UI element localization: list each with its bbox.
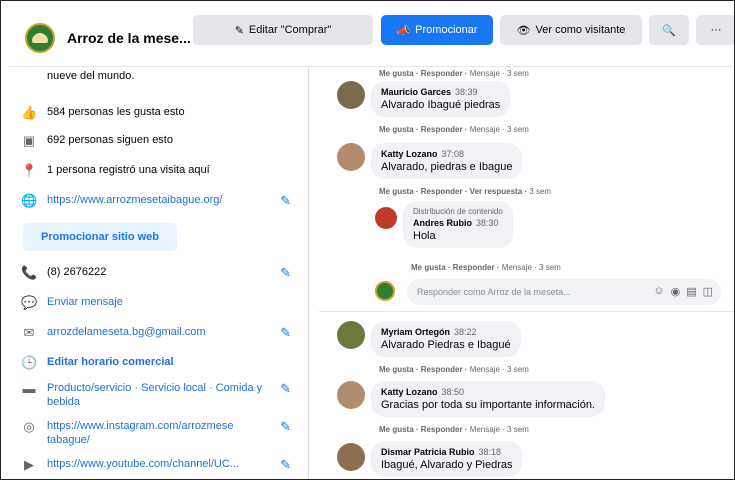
commenter-avatar[interactable] xyxy=(337,321,365,349)
reply-actions[interactable]: Me gusta · Responder · Mensaje · 3 sem xyxy=(411,263,561,272)
comment-actions[interactable]: Me gusta · Responder · Ver respuesta · 3… xyxy=(379,187,551,196)
comment-text: Gracias por toda su importante informaci… xyxy=(381,399,595,411)
view-as-visitor-button[interactable]: 👁 Ver como visitante xyxy=(500,15,642,45)
edit-hours-link[interactable]: Editar horario comercial xyxy=(47,355,301,369)
more-options-button[interactable]: ··· xyxy=(696,15,734,45)
comment-text: Alvarado Ibagué piedras xyxy=(381,99,501,111)
page-name[interactable]: Arroz de la mese... xyxy=(67,30,197,46)
location-pin-icon: 📍 xyxy=(21,163,38,178)
thumbs-up-icon: 👍 xyxy=(21,105,38,120)
commenter-avatar[interactable] xyxy=(337,81,365,109)
comment-actions[interactable]: Me gusta · Responder · Mensaje · 3 sem xyxy=(379,365,529,374)
commenter-avatar[interactable] xyxy=(337,443,365,471)
comment-text: Alvarado Piedras e Ibagué xyxy=(381,339,511,351)
comment-bubble: Katty Lozano 37:08 Alvarado, piedras e Ib… xyxy=(371,143,523,179)
website-link[interactable]: https://www.arrozmesetaibague.org/ xyxy=(47,193,301,207)
comment-bubble: Dismar Patricia Rubio 38:18 Ibagué, Alvar… xyxy=(371,441,523,477)
comment-author[interactable]: Myriam Ortegón xyxy=(381,327,450,337)
comment-text: Alvarado, piedras e Ibague xyxy=(381,161,513,173)
edit-category-icon[interactable]: ✎ xyxy=(280,381,291,397)
checkins-row: 📍 1 persona registró una visita aquí xyxy=(21,163,301,179)
comment-bubble: Mauricio Garces 38:39 Alvarado Ibagué pie… xyxy=(371,81,511,117)
youtube-link[interactable]: https://www.youtube.com/channel/UC... xyxy=(47,457,301,471)
megaphone-icon: 📣 xyxy=(396,24,411,37)
promote-button[interactable]: 📣 Promocionar xyxy=(381,15,493,45)
edit-buy-button[interactable]: ✎ Editar "Comprar" xyxy=(193,15,373,45)
category-row: ▬ Producto/servicio · Servicio local · C… xyxy=(21,381,301,409)
edit-buy-label: Editar "Comprar" xyxy=(248,24,332,36)
message-row: 💬 Enviar mensaje xyxy=(21,295,301,311)
reply-input[interactable]: Responder como Arroz de la meseta... ☺ ◉… xyxy=(407,279,721,305)
edit-phone-icon[interactable]: ✎ xyxy=(280,265,291,281)
likes-count: 584 personas les gusta esto xyxy=(47,106,185,118)
youtube-row: ▶ https://www.youtube.com/channel/UC... … xyxy=(21,457,301,473)
page-info-panel: nueve del mundo. 👍 584 personas les gust… xyxy=(9,67,309,479)
followers-icon: ▣ xyxy=(22,133,36,148)
comment-author[interactable]: Katty Lozano xyxy=(381,149,438,159)
eye-icon: 👁 xyxy=(516,24,531,37)
youtube-icon: ▶ xyxy=(24,457,34,472)
checkins-count: 1 persona registró una visita aquí xyxy=(47,164,210,176)
page-reply-avatar xyxy=(375,281,395,301)
intro-text-row: nueve del mundo. xyxy=(21,69,301,85)
edit-instagram-icon[interactable]: ✎ xyxy=(280,419,291,435)
phone-number: (8) 2676222 xyxy=(47,266,107,278)
instagram-row: ◎ https://www.instagram.com/arrozmese ta… xyxy=(21,419,301,447)
search-icon: 🔍 xyxy=(662,24,676,37)
likes-row: 👍 584 personas les gusta esto xyxy=(21,105,301,121)
website-row: 🌐 https://www.arrozmesetaibague.org/ ✎ xyxy=(21,193,301,209)
promote-label: Promocionar xyxy=(415,24,478,36)
emoji-icon[interactable]: ☺ xyxy=(653,285,664,298)
email-icon: ✉ xyxy=(23,325,35,340)
comment-text: Ibagué, Alvarado y Piedras xyxy=(381,459,513,471)
phone-icon: 📞 xyxy=(21,265,38,280)
hours-row: 🕒 Editar horario comercial xyxy=(21,355,301,371)
promote-website-button[interactable]: Promocionar sitio web xyxy=(23,223,177,251)
pencil-icon: ✎ xyxy=(234,24,244,37)
commenter-avatar[interactable] xyxy=(337,381,365,409)
comment-actions[interactable]: Me gusta · Responder · Mensaje · 3 sem xyxy=(379,425,529,434)
instagram-link[interactable]: https://www.instagram.com/arrozmese taba… xyxy=(47,419,301,447)
comment-author[interactable]: Mauricio Garces xyxy=(381,87,451,97)
reply-author-avatar[interactable] xyxy=(375,207,397,229)
comments-divider xyxy=(319,311,734,312)
sticker-icon[interactable]: ◫ xyxy=(703,285,713,298)
messenger-icon: 💬 xyxy=(21,295,38,310)
edit-email-icon[interactable]: ✎ xyxy=(280,325,291,341)
gif-icon[interactable]: ▤ xyxy=(686,285,696,298)
page-logo-avatar[interactable] xyxy=(25,22,55,53)
comments-panel: Me gusta · Responder · Mensaje · 3 sem M… xyxy=(319,67,734,479)
content-distribution-tag: Distribución de contenido xyxy=(413,207,503,216)
send-message-link[interactable]: Enviar mensaje xyxy=(47,295,301,309)
comment-bubble: Myriam Ortegón 38:22 Alvarado Piedras e I… xyxy=(371,321,521,357)
clock-icon: 🕒 xyxy=(21,355,38,370)
view-as-visitor-label: Ver como visitante xyxy=(535,24,626,36)
camera-icon[interactable]: ◉ xyxy=(671,285,681,298)
commenter-avatar[interactable] xyxy=(337,143,365,171)
category-link[interactable]: Producto/servicio · Servicio local · Com… xyxy=(47,381,301,409)
reply-text: Hola xyxy=(413,230,436,242)
edit-website-icon[interactable]: ✎ xyxy=(280,193,291,209)
comment-author[interactable]: Katty Lozano xyxy=(381,387,438,397)
search-button[interactable]: 🔍 xyxy=(649,15,689,45)
browser-frame: Arroz de la mese... ✎ Editar "Comprar" 📣… xyxy=(0,0,735,480)
comment-bubble: Katty Lozano 38:50 Gracias por toda su im… xyxy=(371,381,605,417)
phone-row: 📞 (8) 2676222 ✎ xyxy=(21,265,301,281)
comment-author[interactable]: Dismar Patricia Rubio xyxy=(381,447,475,457)
reply-author[interactable]: Andres Rubio xyxy=(413,218,472,228)
comment-actions[interactable]: Me gusta · Responder · Mensaje · 3 sem xyxy=(379,125,529,134)
instagram-icon: ◎ xyxy=(23,419,35,434)
followers-count: 692 personas siguen esto xyxy=(47,134,173,146)
reply-bubble: Distribución de contenido Andres Rubio 38… xyxy=(403,201,513,248)
category-icon: ▬ xyxy=(22,381,36,396)
followers-row: ▣ 692 personas siguen esto xyxy=(21,133,301,149)
globe-icon: 🌐 xyxy=(21,193,38,208)
comment-actions[interactable]: Me gusta · Responder · Mensaje · 3 sem xyxy=(379,69,529,78)
email-row: ✉ arrozdelameseta.bg@gmail.com ✎ xyxy=(21,325,301,341)
edit-youtube-icon[interactable]: ✎ xyxy=(280,457,291,473)
email-link[interactable]: arrozdelameseta.bg@gmail.com xyxy=(47,325,301,339)
intro-text: nueve del mundo. xyxy=(47,70,135,82)
more-icon: ··· xyxy=(710,24,722,36)
